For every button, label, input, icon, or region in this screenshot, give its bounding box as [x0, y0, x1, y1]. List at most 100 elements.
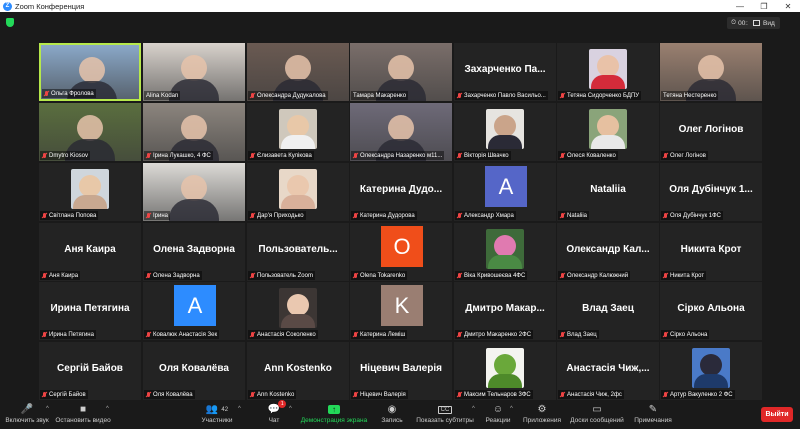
- participant-tile[interactable]: Сергій Байов Сергій Байов: [39, 342, 141, 400]
- photo-body: [488, 135, 522, 149]
- minimize-icon[interactable]: —: [728, 0, 752, 12]
- close-icon[interactable]: ✕: [776, 0, 800, 12]
- participant-tile[interactable]: Оля Дубінчук 1... Оля Дубінчук 1ФС: [660, 163, 762, 221]
- participant-tile[interactable]: Ніцевич Валерія Ніцевич Валерія: [350, 342, 452, 400]
- participant-tile[interactable]: Катерина Дудо... Катерина Дудорова: [350, 163, 452, 221]
- participant-name-label: Аня Каира: [40, 271, 81, 280]
- participant-tile[interactable]: Єлизавета Кулікова: [247, 103, 349, 161]
- captions-caret-icon[interactable]: ^: [472, 406, 475, 412]
- participant-name-display: Сірко Альона: [677, 303, 745, 314]
- participant-caption: Тетяна Сидорченко БДПУ: [567, 92, 640, 99]
- participants-button[interactable]: 👥 42 Участники ^: [198, 402, 240, 428]
- apps-button[interactable]: ⚙ Приложения: [522, 402, 562, 428]
- photo-body: [73, 195, 107, 209]
- audio-options-caret-icon[interactable]: ^: [46, 406, 49, 412]
- participant-tile[interactable]: Захарченко Па... Захарченко Павло Васильо…: [454, 43, 556, 101]
- participant-tile[interactable]: Сірко Альона Сірко Альона: [660, 282, 762, 340]
- participant-tile[interactable]: Світлана Попова: [39, 163, 141, 221]
- participant-tile[interactable]: Ann Kostenko Ann Kostenko: [247, 342, 349, 400]
- participant-tile[interactable]: K Катерина Леміш: [350, 282, 452, 340]
- participant-tile[interactable]: Артур Вакуленко 2 ФС: [660, 342, 762, 400]
- chat-button[interactable]: 💬 1 Чат ^: [262, 400, 292, 428]
- participant-tile[interactable]: Тетяна Сидорченко БДПУ: [557, 43, 659, 101]
- security-shield-icon[interactable]: [6, 18, 14, 27]
- participant-tile[interactable]: Олександра Дудукалова: [247, 43, 349, 101]
- video-options-caret-icon[interactable]: ^: [106, 406, 109, 412]
- participant-caption: Світлана Попова: [49, 212, 97, 219]
- participant-tile[interactable]: Оля Ковалёва Оля Ковалёва: [143, 342, 245, 400]
- participant-tile[interactable]: A Александр Хмара: [454, 163, 556, 221]
- participant-tile[interactable]: Ірина Лукашко, 4 ФС: [143, 103, 245, 161]
- record-icon: ◉: [387, 404, 397, 415]
- share-screen-button[interactable]: ↑ Демонстрация экрана: [300, 402, 368, 428]
- chat-caret-icon[interactable]: ^: [289, 406, 292, 412]
- participants-label: Участники: [201, 417, 233, 424]
- participant-name-display: Ніцевич Валерія: [360, 363, 442, 374]
- participant-tile[interactable]: Влад Заец Влад Заец: [557, 282, 659, 340]
- view-button[interactable]: Вид: [748, 17, 780, 29]
- participant-caption: Олеся Коваленко: [567, 152, 616, 159]
- participant-tile[interactable]: Олег Логінов Олег Логінов: [660, 103, 762, 161]
- participant-caption: Влад Заец: [567, 331, 597, 338]
- mic-muted-icon: [663, 391, 668, 398]
- participant-tile[interactable]: Дар'я Приходько: [247, 163, 349, 221]
- participant-tile[interactable]: Вікторія Швачко: [454, 103, 556, 161]
- maximize-icon[interactable]: ❐: [752, 0, 776, 12]
- chat-label: Чат: [268, 417, 280, 424]
- participant-tile[interactable]: Dmytro Kiosov: [39, 103, 141, 161]
- leave-meeting-button[interactable]: Выйти: [761, 407, 793, 422]
- participant-tile[interactable]: Никита Крот Никита Крот: [660, 223, 762, 281]
- apps-icon: ⚙: [537, 404, 547, 415]
- participant-avatar: A: [485, 166, 527, 207]
- participant-tile[interactable]: Олена Задворна Олена Задворна: [143, 223, 245, 281]
- participant-tile[interactable]: A Ковалюк Анастасія Зек: [143, 282, 245, 340]
- whiteboards-label: Доски сообщений: [570, 417, 624, 424]
- participant-name-display: Никита Крот: [680, 244, 742, 255]
- photo-body: [694, 374, 728, 388]
- participant-tile[interactable]: O Olena Tokarenko: [350, 223, 452, 281]
- whiteboards-button[interactable]: ▭ Доски сообщений: [570, 402, 624, 428]
- record-button[interactable]: ◉ Запись: [378, 402, 406, 428]
- participant-tile[interactable]: Дмитро Макар... Дмитро Макаренко 2ФС: [454, 282, 556, 340]
- photo-body: [488, 374, 522, 388]
- participant-tile[interactable]: Nataliia Nataliia: [557, 163, 659, 221]
- notes-button[interactable]: ✎ Примечания: [632, 402, 674, 428]
- reactions-caret-icon[interactable]: ^: [510, 406, 513, 412]
- participant-tile[interactable]: Анастасія Чиж,... Анастасія Чиж, 2фс: [557, 342, 659, 400]
- participant-tile[interactable]: Віка Кривошеєва 4ФС: [454, 223, 556, 281]
- mic-muted-icon: [353, 272, 358, 279]
- participant-tile[interactable]: Олеся Коваленко: [557, 103, 659, 161]
- participant-tile[interactable]: Тетяна Нестеренко: [660, 43, 762, 101]
- participant-caption: Анастасія Соколенко: [257, 331, 316, 338]
- participant-tile[interactable]: Максим Тельнаров 3ФС: [454, 342, 556, 400]
- participant-tile[interactable]: Alina Kodan: [143, 43, 245, 101]
- participant-tile[interactable]: Тамара Макаренко: [350, 43, 452, 101]
- mic-muted-icon: [560, 272, 565, 279]
- mic-muted-icon: [146, 331, 151, 338]
- video-person-silhouette: [388, 115, 414, 141]
- participant-name-label: Dmytro Kiosov: [40, 151, 91, 160]
- participant-tile[interactable]: Аня Каира Аня Каира: [39, 223, 141, 281]
- participant-name-label: Вікторія Швачко: [455, 151, 511, 160]
- participant-tile[interactable]: Анастасія Соколенко: [247, 282, 349, 340]
- participant-tile[interactable]: Пользователь... Пользователь Zoom: [247, 223, 349, 281]
- unmute-button[interactable]: 🎤 Включить звук ^: [4, 402, 50, 428]
- mic-muted-icon: [250, 391, 255, 398]
- participant-tile[interactable]: Ольга Фролова: [39, 43, 141, 101]
- participant-tile[interactable]: Олександра Назаренко м11...: [350, 103, 452, 161]
- mic-muted-icon: [250, 331, 255, 338]
- stop-video-button[interactable]: ■ Остановить видео ^: [55, 402, 110, 428]
- participant-caption: Ольга Фролова: [51, 90, 94, 97]
- participant-caption: Сергій Байов: [49, 391, 86, 398]
- meeting-header: ⏲ 00:18:54 Вид: [0, 12, 800, 34]
- participant-tile[interactable]: Олександр Кал... Олександр Калюжний: [557, 223, 659, 281]
- mic-muted-icon: [560, 212, 565, 219]
- show-captions-button[interactable]: CC Показать субтитры ^: [416, 402, 475, 428]
- mic-muted-icon: [250, 152, 255, 159]
- participant-caption: Ірина Лукашко, 4 ФС: [153, 152, 211, 159]
- participant-tile[interactable]: Ірина: [143, 163, 245, 221]
- participants-caret-icon[interactable]: ^: [238, 406, 241, 412]
- participant-tile[interactable]: Ирина Петягина Ирина Петягина: [39, 282, 141, 340]
- mic-muted-icon: [457, 92, 462, 99]
- reactions-button[interactable]: ☺ Реакции ^: [484, 402, 512, 428]
